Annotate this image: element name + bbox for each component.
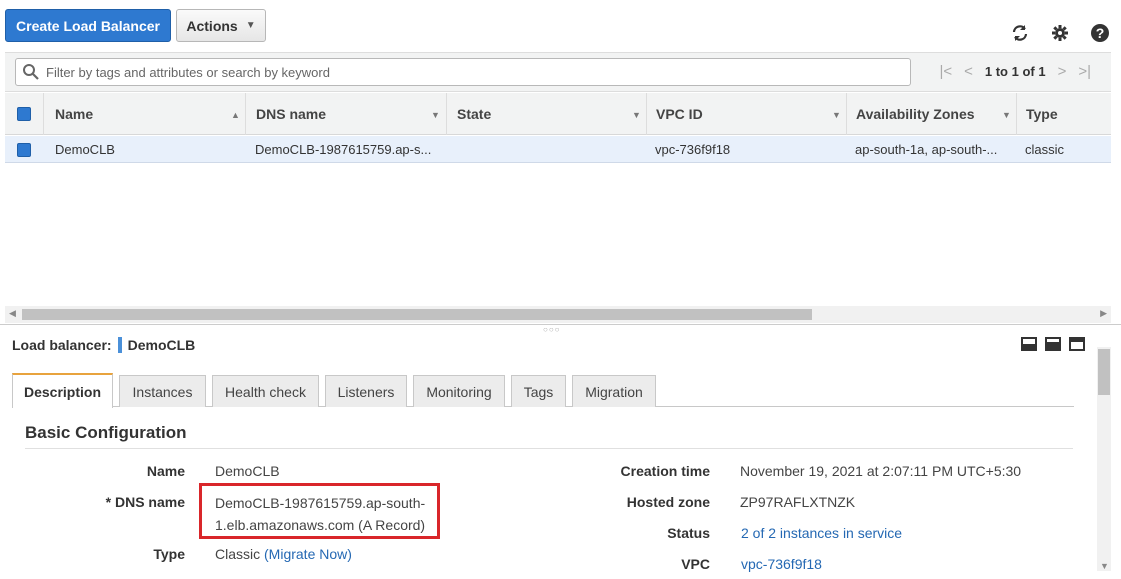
creation-time-value: November 19, 2021 at 2:07:11 PM UTC+5:30 bbox=[740, 463, 1022, 479]
vpc-label: VPC bbox=[681, 556, 710, 572]
hosted-zone-label: Hosted zone bbox=[626, 494, 710, 510]
cell-name: DemoCLB bbox=[55, 142, 115, 157]
scroll-right-icon[interactable]: ▶ bbox=[1100, 308, 1107, 319]
tab-monitoring[interactable]: Monitoring bbox=[413, 375, 505, 407]
status-link[interactable]: 2 of 2 instances in service bbox=[741, 525, 902, 541]
scroll-left-icon[interactable]: ◀ bbox=[9, 308, 16, 319]
cell-availability-zones: ap-south-1a, ap-south-... bbox=[855, 142, 998, 157]
pane-splitter[interactable]: ○○○ bbox=[0, 324, 1121, 334]
tab-tags[interactable]: Tags bbox=[511, 375, 566, 407]
section-title: Basic Configuration bbox=[25, 423, 187, 442]
row-checkbox[interactable] bbox=[17, 136, 31, 163]
sort-asc-icon: ▲ bbox=[231, 110, 240, 120]
svg-text:?: ? bbox=[1096, 25, 1105, 41]
dns-name-value: DemoCLB-1987615759.ap-south-1.elb.amazon… bbox=[215, 495, 426, 533]
help-icon[interactable]: ? bbox=[1089, 22, 1111, 44]
details-tabs: Description Instances Health check Liste… bbox=[12, 373, 1074, 408]
scrollbar-thumb[interactable] bbox=[22, 309, 812, 320]
last-page-icon[interactable]: >| bbox=[1078, 63, 1091, 80]
column-header-name[interactable]: Name ▲ bbox=[55, 93, 245, 135]
tab-health-check[interactable]: Health check bbox=[212, 375, 319, 407]
sort-icon: ▼ bbox=[431, 110, 440, 120]
column-header-vpc-id[interactable]: VPC ID ▼ bbox=[656, 93, 846, 135]
section-divider bbox=[25, 448, 1073, 449]
cell-dns-name: DemoCLB-1987615759.ap-s... bbox=[255, 142, 432, 157]
first-page-icon[interactable]: |< bbox=[939, 63, 952, 80]
column-header-availability-zones[interactable]: Availability Zones ▼ bbox=[856, 93, 1016, 135]
tab-instances[interactable]: Instances bbox=[119, 375, 206, 407]
search-input[interactable] bbox=[46, 64, 886, 80]
horizontal-scrollbar[interactable]: ◀ ▶ bbox=[5, 306, 1111, 323]
tab-listeners[interactable]: Listeners bbox=[325, 375, 407, 407]
details-header-label: Load balancer: bbox=[12, 337, 112, 353]
search-icon bbox=[23, 64, 39, 80]
tab-description[interactable]: Description bbox=[12, 373, 113, 408]
expand-pane-icon[interactable] bbox=[1045, 337, 1061, 351]
scroll-down-icon[interactable]: ▼ bbox=[1100, 561, 1109, 571]
gear-icon[interactable] bbox=[1049, 22, 1071, 44]
actions-button[interactable]: Actions ▼ bbox=[176, 9, 266, 42]
sort-icon: ▼ bbox=[1002, 110, 1011, 120]
name-value: DemoCLB bbox=[215, 463, 280, 479]
name-label: Name bbox=[146, 463, 185, 479]
column-header-type[interactable]: Type bbox=[1026, 93, 1058, 135]
sort-icon: ▼ bbox=[832, 110, 841, 120]
tab-migration[interactable]: Migration bbox=[572, 375, 656, 407]
pane-layout-controls bbox=[1021, 337, 1085, 351]
refresh-icon[interactable] bbox=[1009, 22, 1031, 44]
scrollbar-thumb[interactable] bbox=[1098, 349, 1110, 395]
collapse-pane-icon[interactable] bbox=[1069, 337, 1085, 351]
column-header-state[interactable]: State ▼ bbox=[457, 93, 647, 135]
create-load-balancer-button[interactable]: Create Load Balancer bbox=[5, 9, 171, 42]
cell-type: classic bbox=[1025, 142, 1065, 157]
split-half-icon[interactable] bbox=[1021, 337, 1037, 351]
page-info: 1 to 1 of 1 bbox=[984, 64, 1046, 79]
actions-label: Actions bbox=[186, 17, 238, 34]
dns-name-label: * DNS name bbox=[105, 494, 185, 510]
type-value: Classic bbox=[215, 546, 261, 562]
search-box[interactable] bbox=[15, 58, 911, 86]
status-label: Status bbox=[667, 525, 710, 541]
column-header-dns-name[interactable]: DNS name ▼ bbox=[256, 93, 446, 135]
prev-page-icon[interactable]: < bbox=[964, 63, 973, 80]
table-row[interactable]: DemoCLB DemoCLB-1987615759.ap-s... vpc-7… bbox=[5, 136, 1111, 163]
pagination: |< < 1 to 1 of 1 > >| bbox=[939, 63, 1091, 80]
select-all-checkbox[interactable] bbox=[17, 93, 31, 135]
type-value-group: Classic (Migrate Now) bbox=[215, 546, 352, 562]
selection-marker bbox=[117, 337, 122, 353]
top-icon-group: ? bbox=[1009, 22, 1111, 44]
next-page-icon[interactable]: > bbox=[1058, 63, 1067, 80]
cell-vpc-id: vpc-736f9f18 bbox=[655, 142, 731, 157]
vpc-link[interactable]: vpc-736f9f18 bbox=[741, 556, 822, 572]
sort-icon: ▼ bbox=[632, 110, 641, 120]
type-label: Type bbox=[153, 546, 185, 562]
chevron-down-icon: ▼ bbox=[245, 20, 256, 31]
table-header: Name ▲ DNS name ▼ State ▼ VPC ID ▼ Avail… bbox=[5, 93, 1111, 135]
drag-handle-icon[interactable]: ○○○ bbox=[543, 325, 561, 334]
creation-time-label: Creation time bbox=[620, 463, 710, 479]
details-header-name: DemoCLB bbox=[127, 337, 196, 353]
hosted-zone-value: ZP97RAFLXTNZK bbox=[740, 494, 856, 510]
details-header: Load balancer: DemoCLB bbox=[12, 337, 195, 353]
migrate-now-link[interactable]: (Migrate Now) bbox=[264, 546, 352, 562]
filter-bar: |< < 1 to 1 of 1 > >| bbox=[5, 52, 1111, 92]
vertical-scrollbar[interactable]: ▼ bbox=[1097, 347, 1111, 571]
